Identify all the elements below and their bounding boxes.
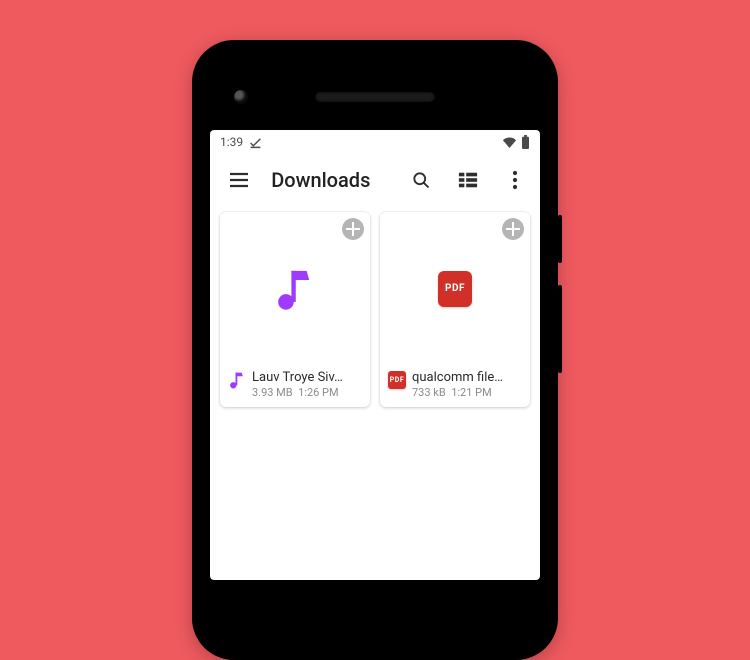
file-card[interactable]: Lauv Troye Siv… 3.93 MB 1:26 PM (220, 212, 370, 407)
front-camera (234, 90, 248, 104)
phone-frame: 1:39 Downloads (192, 40, 558, 660)
pdf-icon: PDF (388, 371, 406, 389)
file-meta: 733 kB 1:21 PM (412, 386, 522, 399)
status-bar: 1:39 (210, 130, 540, 154)
file-meta: 3.93 MB 1:26 PM (252, 386, 362, 399)
screen: 1:39 Downloads (210, 130, 540, 580)
view-toggle-button[interactable] (454, 163, 483, 197)
file-card[interactable]: PDF PDF qualcomm file… 733 kB 1:21 PM (380, 212, 530, 407)
status-clock: 1:39 (220, 135, 243, 149)
wifi-icon (502, 136, 517, 148)
downloads-grid: Lauv Troye Siv… 3.93 MB 1:26 PM PDF PDF (210, 206, 540, 413)
music-note-icon (276, 267, 314, 311)
hamburger-menu-button[interactable] (224, 163, 253, 197)
app-bar: Downloads (210, 154, 540, 206)
expand-icon (342, 218, 364, 240)
page-title: Downloads (271, 168, 370, 192)
check-icon (249, 136, 262, 149)
file-name: Lauv Troye Siv… (252, 371, 362, 386)
search-button[interactable] (406, 163, 435, 197)
overflow-menu-button[interactable] (501, 163, 530, 197)
earpiece-speaker (315, 92, 435, 102)
expand-icon (502, 218, 524, 240)
pdf-icon: PDF (438, 271, 472, 307)
music-note-icon (228, 371, 246, 389)
battery-icon (521, 135, 530, 149)
file-name: qualcomm file… (412, 371, 522, 386)
